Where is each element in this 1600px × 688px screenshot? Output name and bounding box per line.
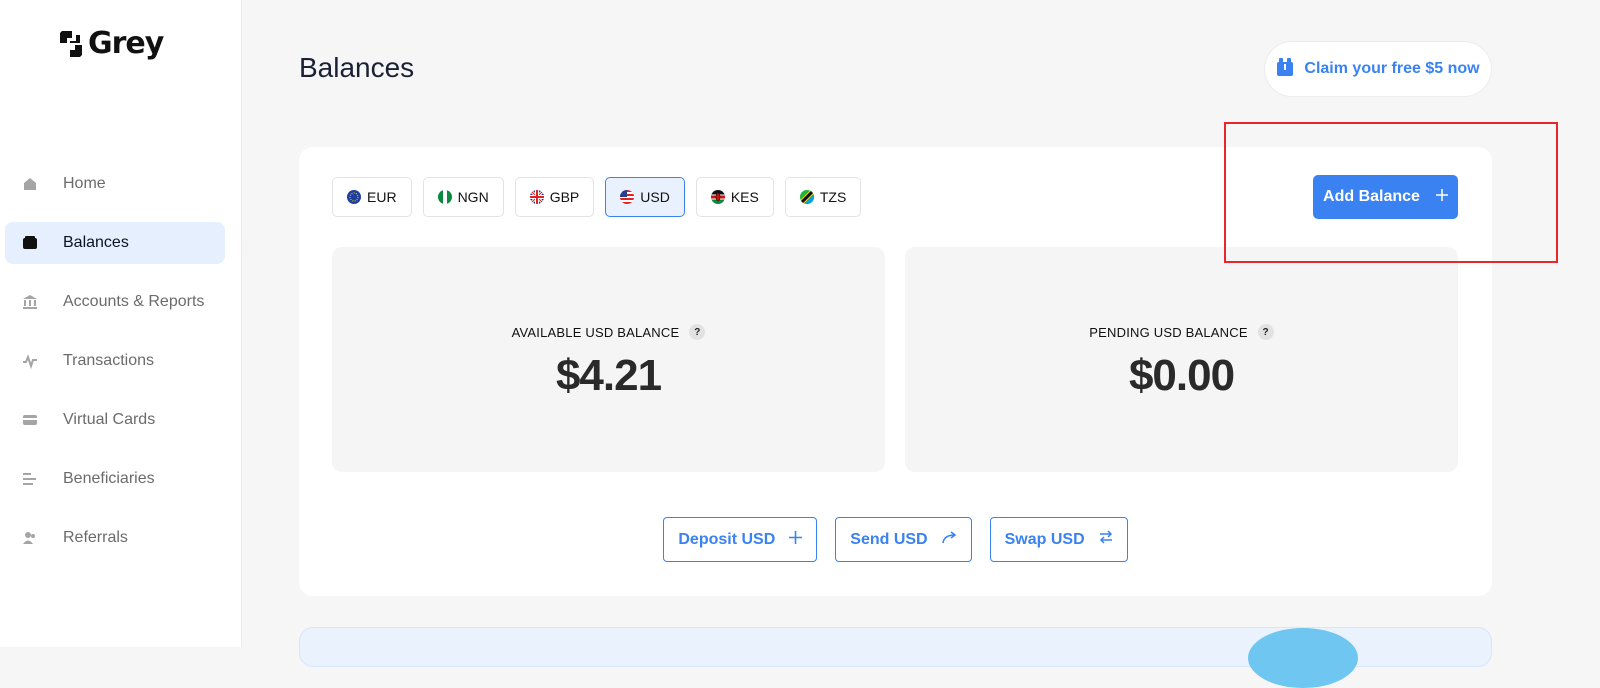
claim-free-label: Claim your free $5 now [1304,60,1480,77]
tab-tzs[interactable]: TZS [784,177,862,217]
users-icon [22,530,38,546]
forward-arrow-icon [941,530,957,549]
eu-flag-icon [347,190,361,204]
sidebar-item-label: Transactions [63,352,154,369]
swap-icon [1099,530,1113,549]
swap-label: Swap USD [1004,530,1085,548]
card-icon [22,412,38,428]
page-title: Balances [299,52,415,83]
sidebar-item-beneficiaries[interactable]: Beneficiaries [5,458,225,500]
send-button[interactable]: Send USD [835,517,972,562]
sidebar-nav: Home Balances Accounts & Reports Transac… [0,163,242,576]
sidebar-item-label: Referrals [63,529,128,546]
tab-usd[interactable]: USD [605,177,685,217]
promo-illustration [1248,628,1358,688]
tab-label: NGN [457,189,489,205]
sidebar: Grey Home Balances Accounts & Reports Tr… [0,0,242,647]
grey-logo-icon [60,30,82,57]
sidebar-item-referrals[interactable]: Referrals [5,517,225,559]
swap-button[interactable]: Swap USD [989,517,1128,562]
list-icon [22,471,38,487]
deposit-button[interactable]: Deposit USD [663,517,818,562]
gift-icon [1276,57,1294,82]
gb-flag-icon [529,190,544,204]
highlight-box [1224,122,1558,263]
tab-label: KES [730,189,759,205]
available-balance-label-row: AVAILABLE USD BALANCE ? [332,324,885,340]
tab-ngn[interactable]: NGN [422,177,504,217]
available-balance-label: AVAILABLE USD BALANCE [511,324,680,340]
sidebar-item-transactions[interactable]: Transactions [5,340,225,382]
home-icon [22,176,38,192]
tab-label: EUR [367,189,397,205]
sidebar-item-label: Balances [63,234,129,251]
tz-flag-icon [799,190,814,204]
plus-icon [789,530,803,549]
currency-tabs: EUR NGN GBP USD KES TZS [332,177,862,217]
help-icon[interactable]: ? [689,324,706,340]
sidebar-item-label: Home [63,175,106,192]
available-balance-panel: AVAILABLE USD BALANCE ? $4.21 [332,247,885,472]
sidebar-item-accounts-reports[interactable]: Accounts & Reports [5,281,225,323]
sidebar-item-virtual-cards[interactable]: Virtual Cards [5,399,225,441]
sidebar-item-label: Beneficiaries [63,470,155,487]
activity-icon [22,353,38,369]
us-flag-icon [620,190,635,204]
claim-free-button[interactable]: Claim your free $5 now [1264,41,1492,97]
deposit-label: Deposit USD [678,530,776,548]
available-balance-amount: $4.21 [555,351,662,400]
brand-name: Grey [88,26,164,61]
sidebar-item-balances[interactable]: Balances [5,222,225,264]
tab-gbp[interactable]: GBP [514,177,595,217]
sidebar-item-label: Accounts & Reports [63,293,205,310]
sidebar-item-home[interactable]: Home [5,163,225,205]
bank-icon [22,294,38,310]
pending-balance-label-row: PENDING USD BALANCE ? [905,324,1458,340]
sidebar-item-label: Virtual Cards [63,411,156,428]
pending-balance-panel: PENDING USD BALANCE ? $0.00 [905,247,1458,472]
pending-balance-label: PENDING USD BALANCE [1089,324,1248,340]
balance-actions: Deposit USD Send USD Swap USD [299,517,1492,562]
send-label: Send USD [850,530,928,548]
tab-eur[interactable]: EUR [332,177,412,217]
pending-balance-amount: $0.00 [1128,351,1235,400]
tab-kes[interactable]: KES [695,177,774,217]
tab-label: GBP [549,189,580,205]
brand-logo[interactable]: Grey [58,26,164,61]
help-icon[interactable]: ? [1257,324,1274,340]
tab-label: TZS [819,189,847,205]
ng-flag-icon [437,190,452,204]
ke-flag-icon [710,190,725,204]
wallet-icon [22,235,38,251]
tab-label: USD [640,189,670,205]
